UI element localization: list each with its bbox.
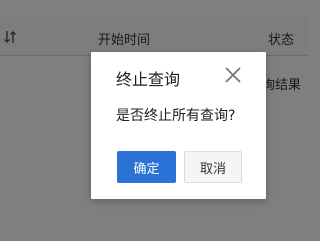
dialog-message: 是否终止所有查询? <box>116 108 236 124</box>
terminate-query-dialog: 终止查询 是否终止所有查询? 确定 取消 <box>91 52 266 199</box>
dialog-title: 终止查询 <box>116 70 181 89</box>
cancel-button[interactable]: 取消 <box>184 151 242 183</box>
close-icon[interactable] <box>224 66 242 84</box>
confirm-button[interactable]: 确定 <box>117 151 176 183</box>
